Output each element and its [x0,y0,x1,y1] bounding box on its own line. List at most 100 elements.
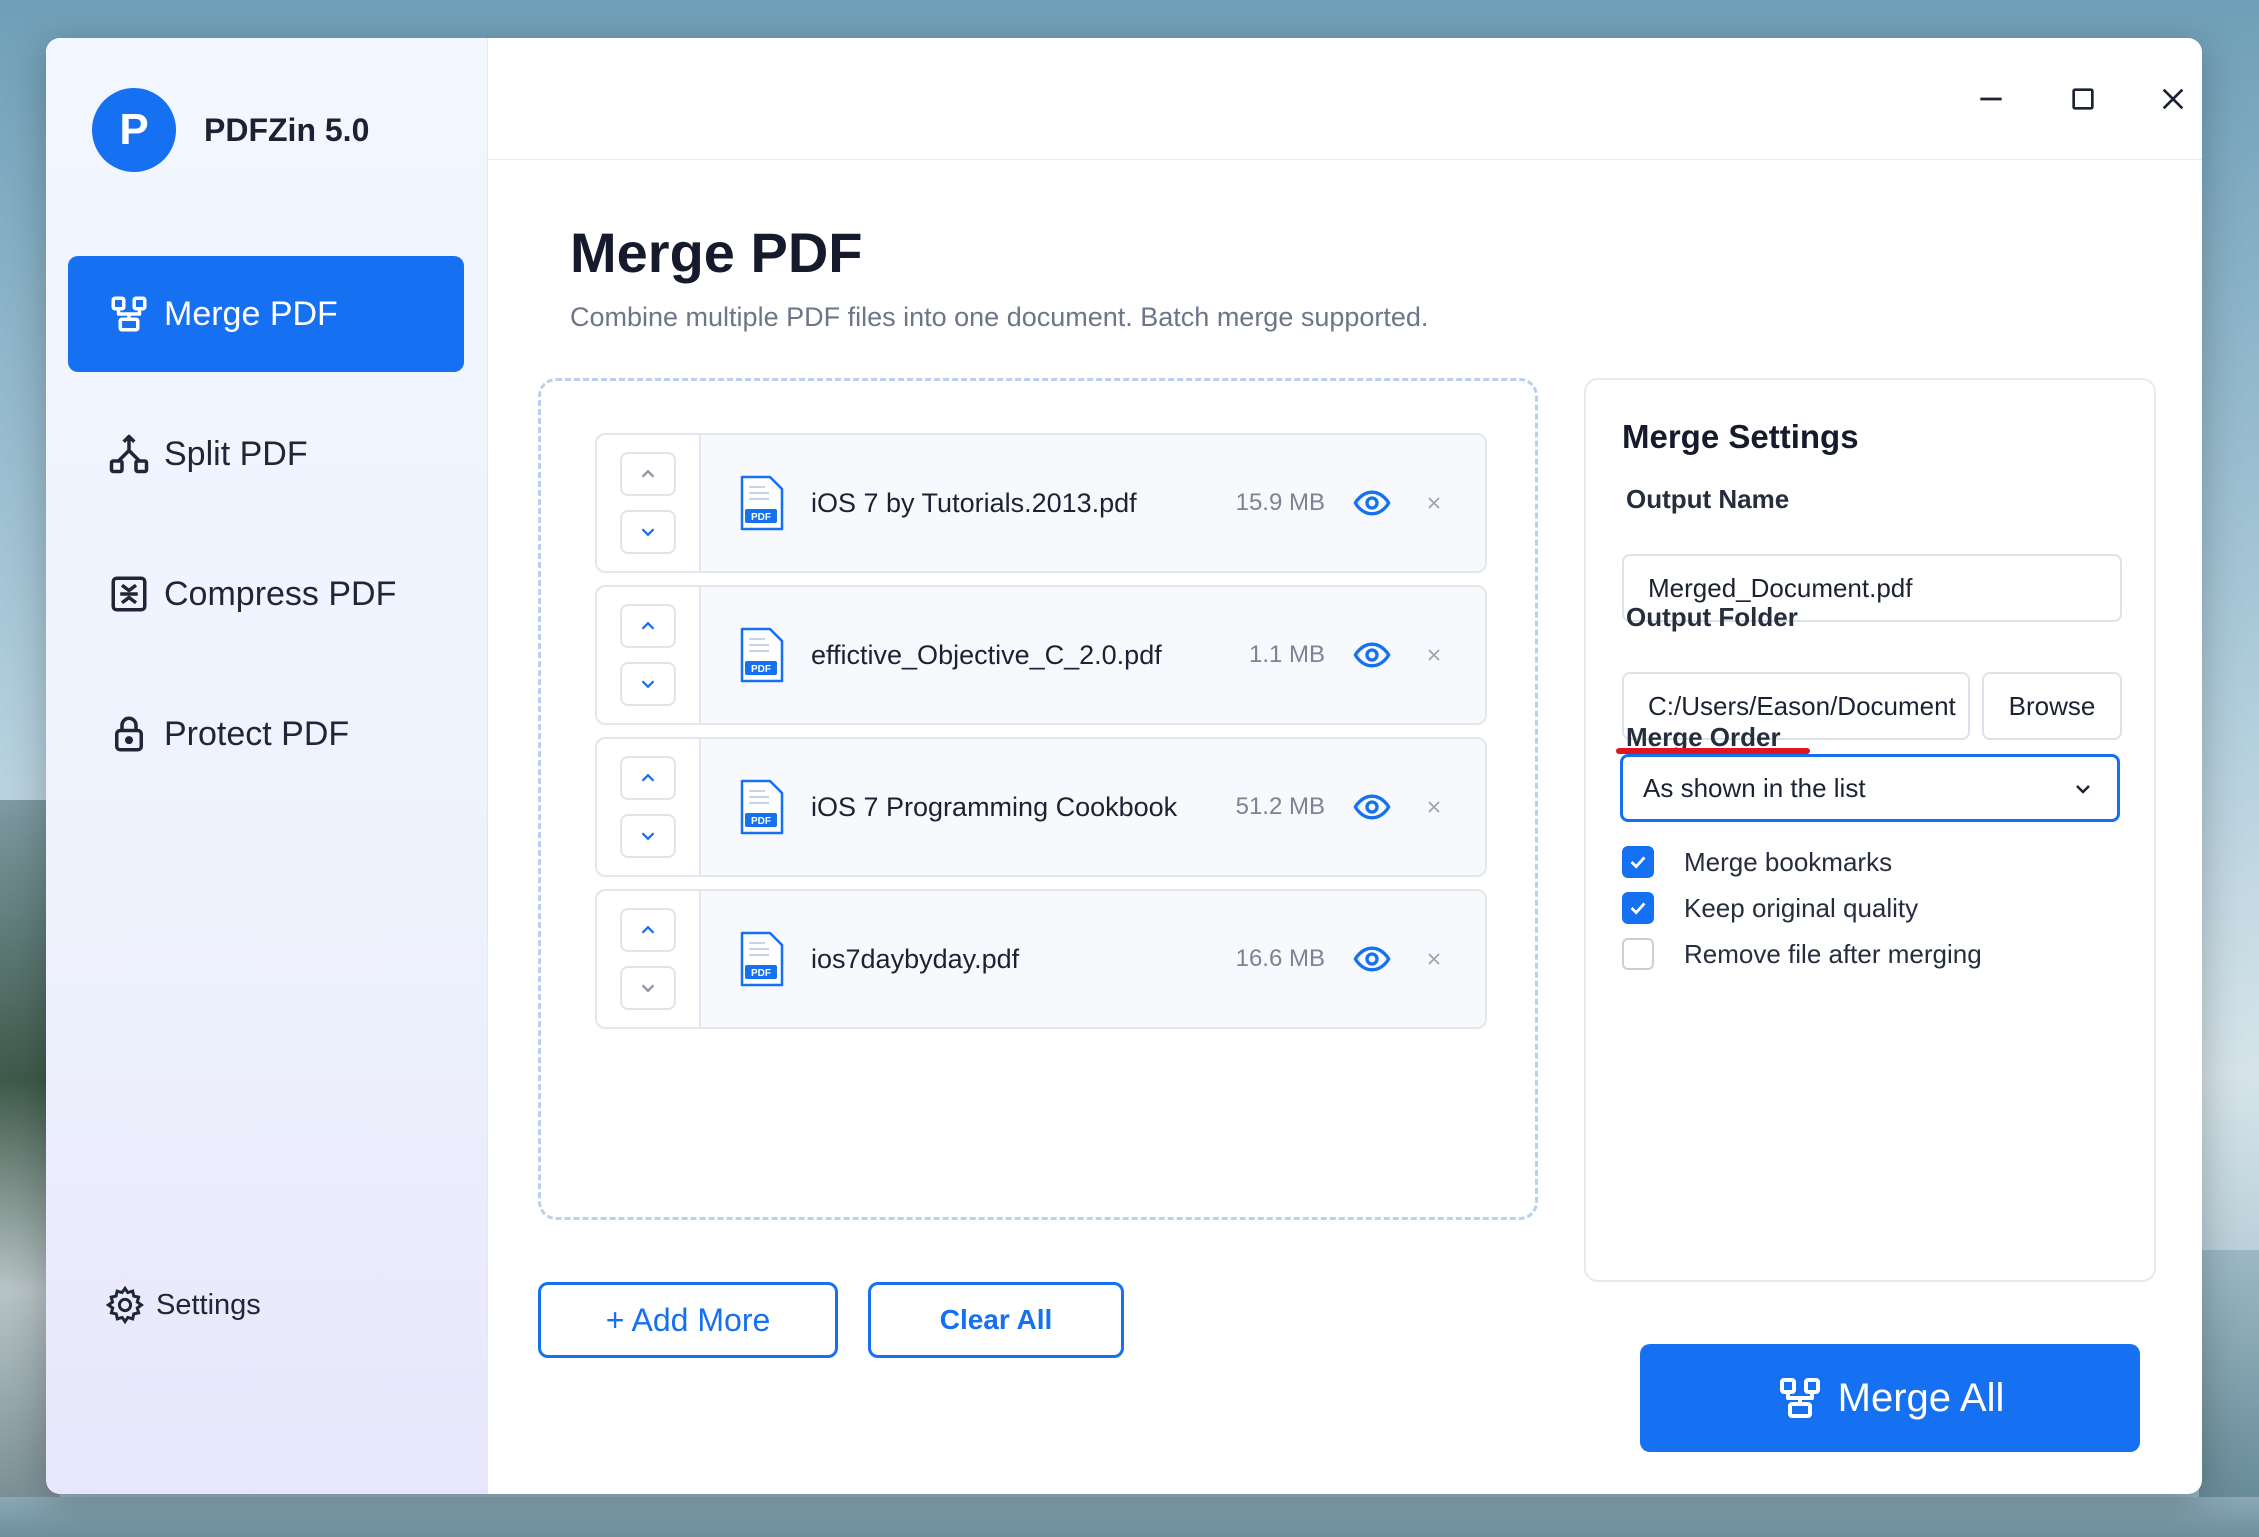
sidebar-item-label: Split PDF [164,434,308,473]
browse-button[interactable]: Browse [1982,672,2122,740]
option-label: Remove file after merging [1684,938,1982,969]
option-keep-original-quality[interactable]: Keep original quality [1622,892,1918,924]
move-down-button[interactable] [620,814,676,858]
svg-text:PDF: PDF [751,512,771,523]
eye-icon [1353,794,1391,820]
checkbox-unchecked[interactable] [1622,938,1654,970]
merge-settings-panel: Merge Settings Output Name Merged_Docume… [1584,378,2156,1282]
output-name-label: Output Name [1626,484,1790,514]
chevron-down-icon [641,528,655,537]
file-name: ios7daybyday.pdf [811,943,1020,974]
remove-file-button[interactable] [1419,640,1449,670]
preview-button[interactable] [1351,938,1393,980]
maximize-button[interactable] [2064,80,2102,118]
merge-order-value: As shown in the list [1643,772,1866,803]
desktop-wallpaper-bottom [0,1497,2259,1537]
move-down-button[interactable] [620,966,676,1010]
settings-label: Settings [156,1288,261,1321]
chevron-down-icon [641,680,655,689]
app-window: P PDFZin 5.0 Merge PDF Split PDF Compres… [46,38,2202,1494]
minimize-icon [1980,97,2002,101]
remove-file-button[interactable] [1419,488,1449,518]
file-row: PDF effictive_Objective_C_2.0.pdf 1.1 MB [595,585,1487,725]
panel-title: Merge Settings [1622,418,1859,455]
chevron-up-icon [641,621,655,630]
sidebar-item-label: Compress PDF [164,574,397,613]
app-name: PDFZin 5.0 [204,111,370,148]
file-drop-zone[interactable]: PDF iOS 7 by Tutorials.2013.pdf 15.9 MB [538,378,1538,1220]
chevron-down-icon [641,832,655,841]
file-name: effictive_Objective_C_2.0.pdf [811,639,1162,670]
brand: P PDFZin 5.0 [92,88,369,172]
move-down-button[interactable] [620,662,676,706]
svg-text:PDF: PDF [751,968,771,979]
chevron-down-icon [641,984,655,993]
file-row: PDF ios7daybyday.pdf 16.6 MB [595,889,1487,1029]
file-size: 1.1 MB [1248,641,1325,668]
preview-button[interactable] [1351,482,1393,524]
file-row: PDF iOS 7 Programming Cookbook 51.2 MB [595,737,1487,877]
merge-icon [108,293,150,335]
move-up-button[interactable] [620,604,676,648]
merge-order-select[interactable]: As shown in the list [1620,754,2120,822]
preview-button[interactable] [1351,786,1393,828]
sidebar-item-protect-pdf[interactable]: Protect PDF [68,676,464,792]
close-icon [1428,801,1440,813]
add-more-button[interactable]: + Add More [538,1282,838,1358]
file-row: PDF iOS 7 by Tutorials.2013.pdf 15.9 MB [595,433,1487,573]
option-merge-bookmarks[interactable]: Merge bookmarks [1622,846,1892,878]
merge-all-label: Merge All [1837,1375,2005,1420]
order-controls [597,891,701,1027]
merge-all-button[interactable]: Merge All [1640,1344,2140,1452]
option-remove-after-merging[interactable]: Remove file after merging [1622,938,1982,970]
sidebar: P PDFZin 5.0 Merge PDF Split PDF Compres… [46,38,488,1494]
order-controls [597,435,701,571]
close-icon [1428,497,1440,509]
pdf-file-icon: PDF [740,475,784,531]
chevron-down-icon [2076,785,2090,794]
settings-link[interactable]: Settings [104,1284,261,1326]
close-icon [1428,649,1440,661]
order-controls [597,739,701,875]
close-icon [1428,953,1440,965]
eye-icon [1353,946,1391,972]
sidebar-item-compress-pdf[interactable]: Compress PDF [68,536,464,652]
checkbox-checked[interactable] [1622,892,1654,924]
svg-text:PDF: PDF [751,664,771,675]
clear-all-button[interactable]: Clear All [868,1282,1124,1358]
file-size: 16.6 MB [1235,945,1325,972]
preview-button[interactable] [1351,634,1393,676]
maximize-icon [2072,88,2094,110]
move-up-button[interactable] [620,452,676,496]
move-up-button[interactable] [620,908,676,952]
svg-text:PDF: PDF [751,816,771,827]
move-up-button[interactable] [620,756,676,800]
file-name: iOS 7 by Tutorials.2013.pdf [811,487,1137,518]
move-down-button[interactable] [620,510,676,554]
sidebar-item-merge-pdf[interactable]: Merge PDF [68,256,464,372]
order-controls [597,587,701,723]
option-label: Keep original quality [1684,892,1919,923]
eye-icon [1353,490,1391,516]
split-icon [108,433,150,475]
minimize-button[interactable] [1972,80,2010,118]
page-title: Merge PDF [570,221,863,284]
file-name: iOS 7 Programming Cookbook [811,791,1178,822]
close-icon [2162,88,2184,110]
chevron-up-icon [641,925,655,934]
lock-icon [108,713,150,755]
close-button[interactable] [2154,80,2192,118]
pdf-file-icon: PDF [740,931,784,987]
file-size: 51.2 MB [1235,793,1325,820]
output-folder-label: Output Folder [1626,602,1798,632]
desktop-wallpaper-right [2199,1250,2259,1537]
sidebar-item-split-pdf[interactable]: Split PDF [68,396,464,512]
pdf-file-icon: PDF [740,779,784,835]
titlebar [488,38,2202,160]
check-icon [1630,856,1646,869]
remove-file-button[interactable] [1419,792,1449,822]
remove-file-button[interactable] [1419,944,1449,974]
pdf-file-icon: PDF [740,627,784,683]
chevron-up-icon [641,469,655,478]
checkbox-checked[interactable] [1622,846,1654,878]
